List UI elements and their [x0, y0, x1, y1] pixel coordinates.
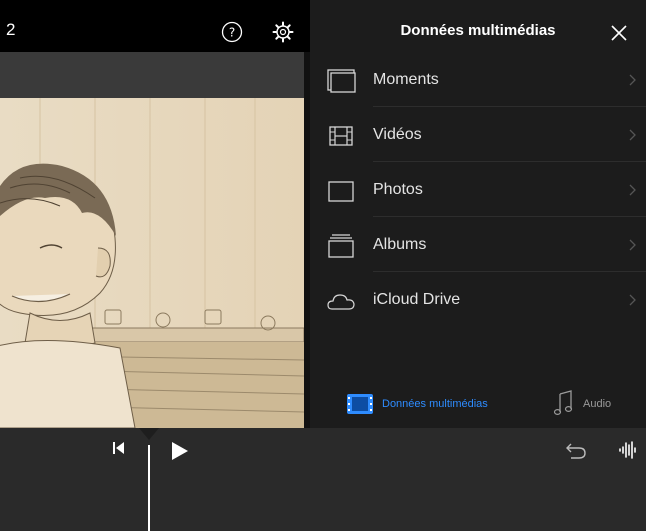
chevron-right-icon — [629, 74, 636, 86]
moments-icon — [327, 69, 356, 93]
viewer-header-strip — [0, 52, 304, 98]
panel-header: Données multimédias — [310, 0, 646, 52]
svg-text:?: ? — [229, 26, 235, 40]
tab-audio-label: Audio — [583, 398, 612, 410]
media-tab-icon — [347, 394, 373, 414]
media-item-label: Photos — [373, 181, 423, 198]
film-icon — [329, 126, 353, 146]
panel-title: Données multimédias — [400, 22, 556, 39]
help-icon[interactable]: ? — [221, 21, 243, 43]
photo-frame-icon — [328, 181, 354, 202]
tab-media-label: Données multimédias — [382, 398, 488, 410]
media-category-list: Moments Vidéos Photos Albums iCloud Driv… — [310, 52, 646, 327]
video-preview[interactable] — [0, 98, 304, 428]
playhead-line[interactable] — [148, 445, 150, 531]
media-item-label: Albums — [373, 236, 427, 253]
top-toolbar: 2 ? — [0, 0, 310, 52]
undo-icon[interactable] — [565, 441, 587, 461]
sketch-photo — [0, 98, 304, 428]
media-panel-tabs: Données multimédias Audio — [310, 380, 646, 428]
media-item-videos[interactable]: Vidéos — [310, 107, 646, 162]
play-icon[interactable] — [171, 441, 189, 461]
media-browser-panel: Données multimédias Moments Vidéos Photo… — [310, 0, 646, 428]
playhead-marker[interactable] — [139, 428, 159, 440]
skip-to-start-icon[interactable] — [113, 441, 125, 455]
timeline[interactable] — [0, 428, 646, 531]
chevron-right-icon — [629, 239, 636, 251]
chevron-right-icon — [629, 294, 636, 306]
media-item-moments[interactable]: Moments — [310, 52, 646, 107]
audio-waveform-icon[interactable] — [618, 440, 638, 460]
media-item-label: Vidéos — [373, 126, 422, 143]
project-number: 2 — [6, 20, 16, 39]
chevron-right-icon — [629, 129, 636, 141]
close-icon[interactable] — [610, 24, 628, 42]
media-item-icloud-drive[interactable]: iCloud Drive — [310, 272, 646, 327]
chevron-right-icon — [629, 184, 636, 196]
media-item-label: Moments — [373, 71, 439, 88]
media-item-photos[interactable]: Photos — [310, 162, 646, 217]
album-stack-icon — [328, 234, 354, 258]
gear-icon[interactable] — [272, 21, 294, 43]
cloud-icon — [327, 294, 355, 310]
media-item-albums[interactable]: Albums — [310, 217, 646, 272]
music-note-icon — [553, 390, 573, 416]
media-item-label: iCloud Drive — [373, 291, 461, 308]
